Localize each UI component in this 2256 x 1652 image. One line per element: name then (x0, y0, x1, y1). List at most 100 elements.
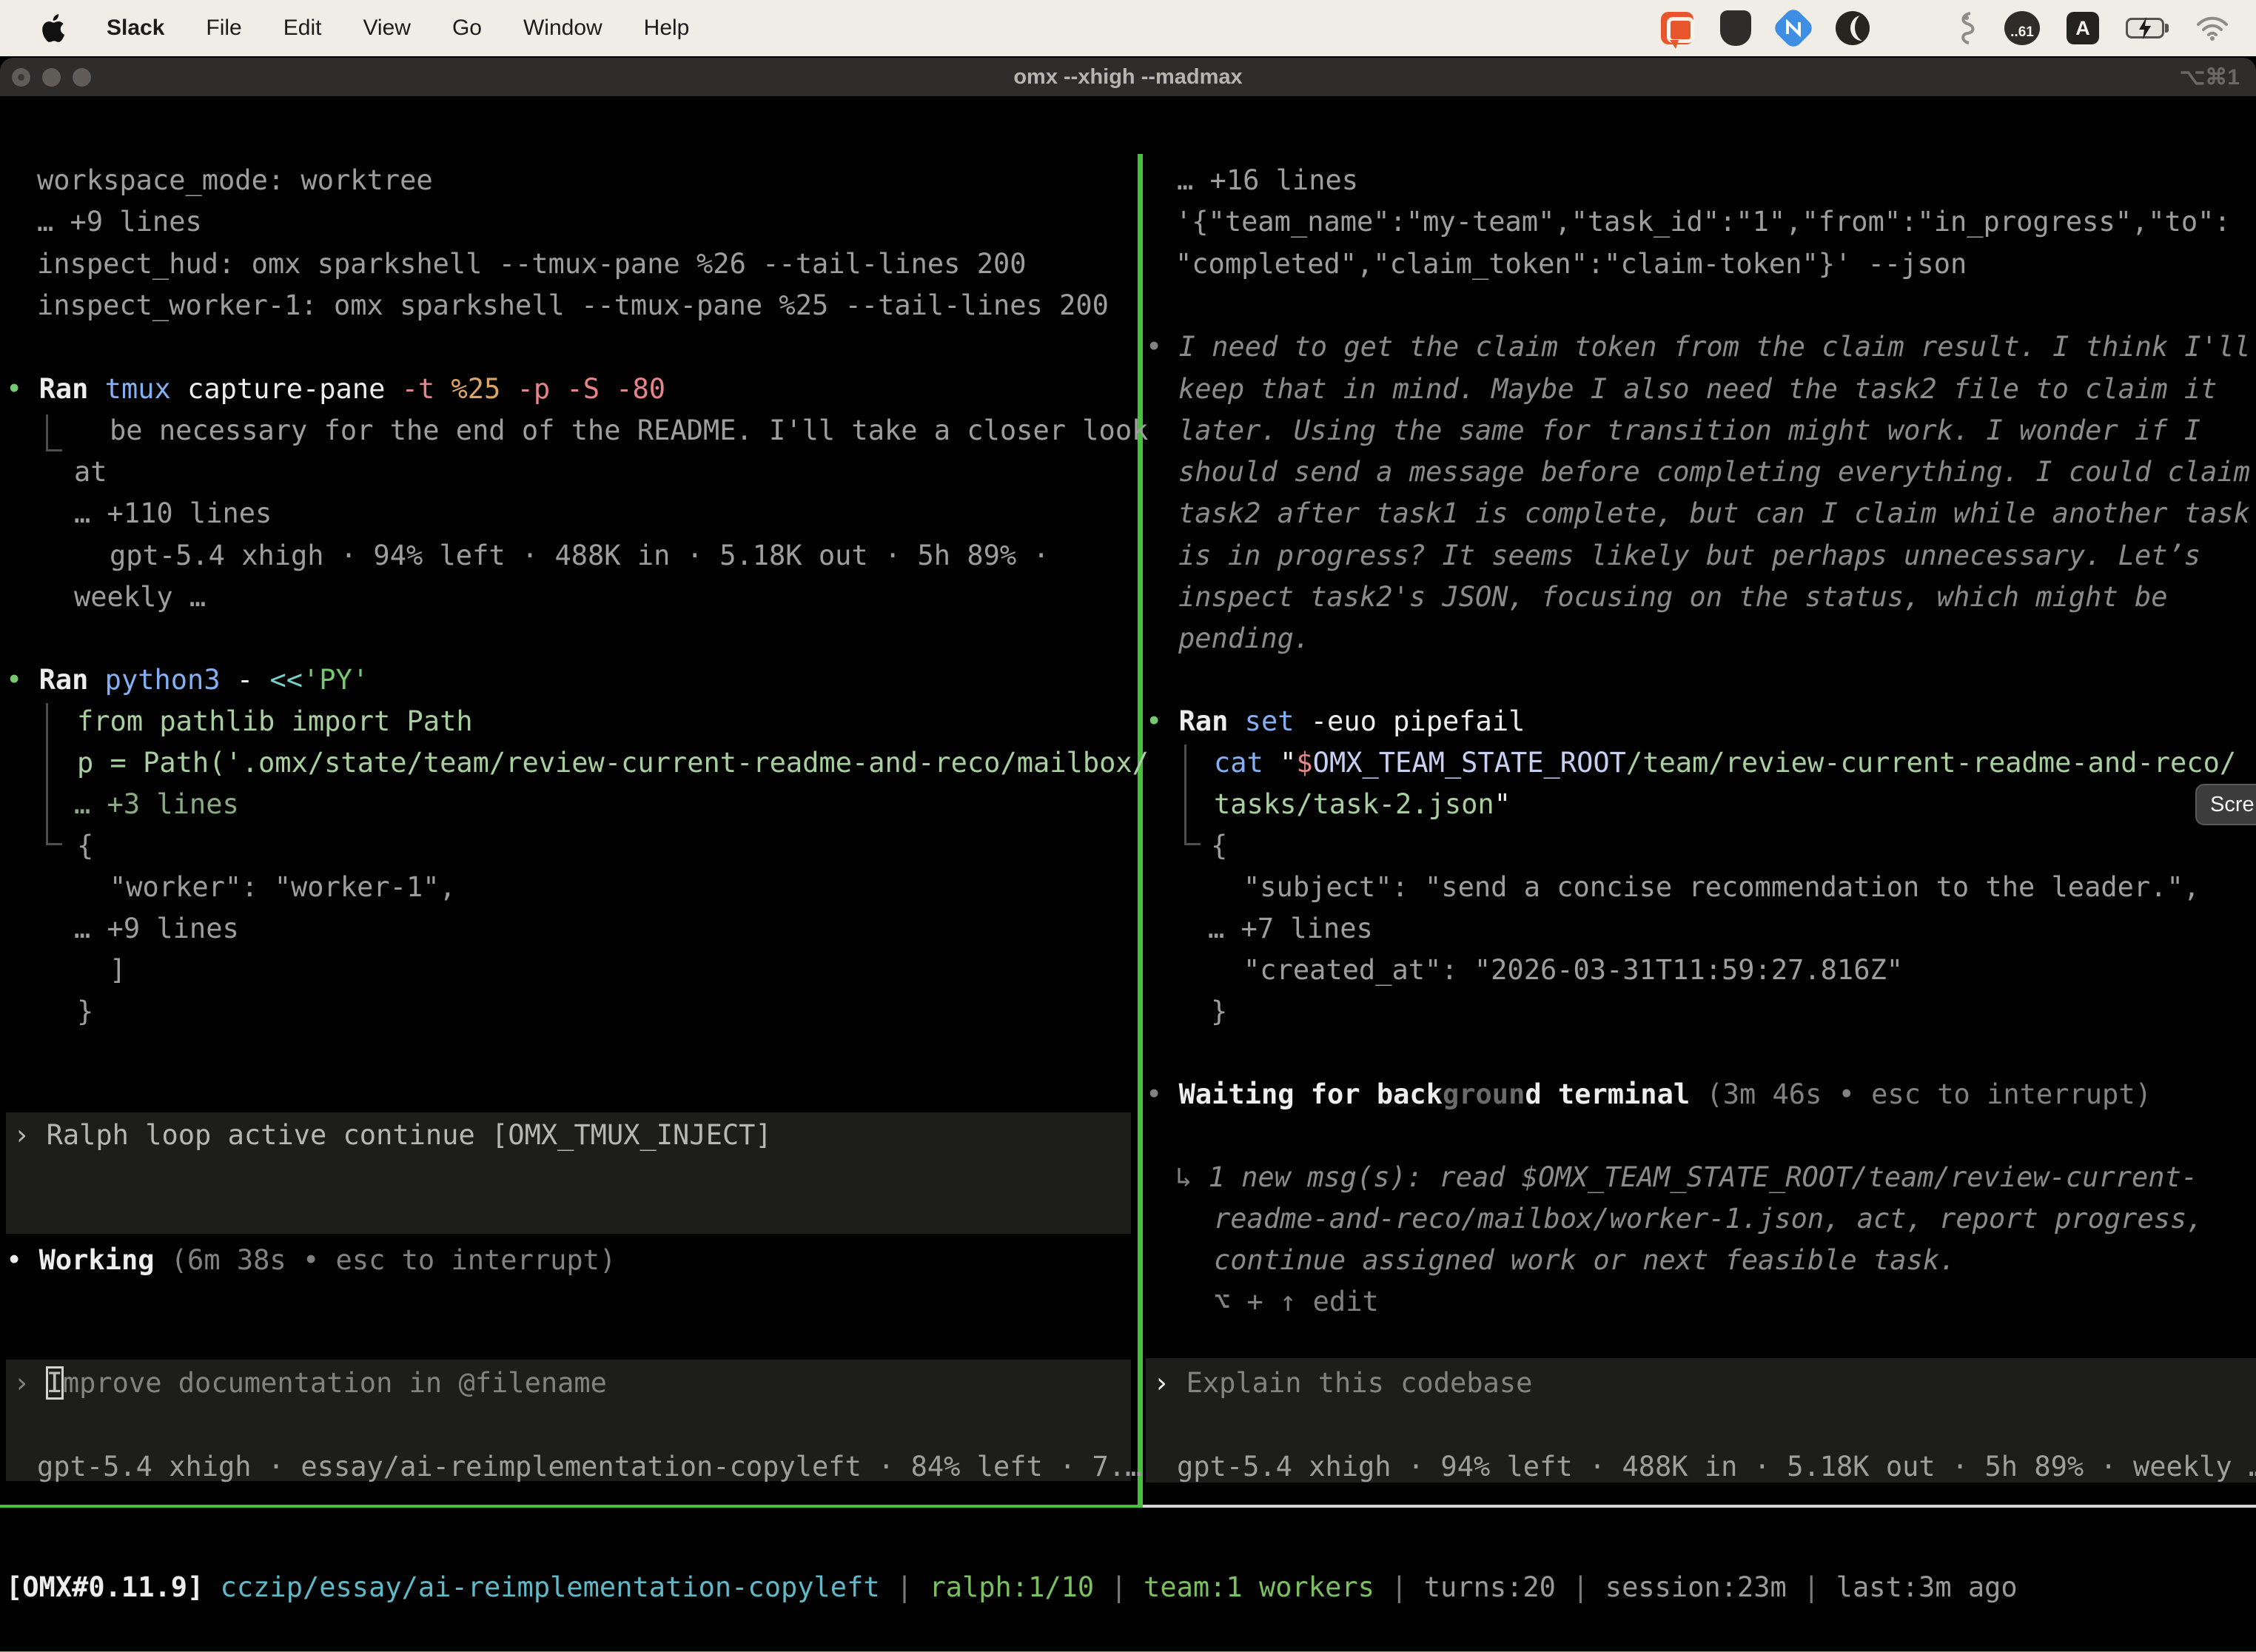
window-title: omx --xhigh --madmax (0, 65, 2256, 90)
separator: | (1787, 1571, 1836, 1603)
output-line: inspect_hud: omx sparkshell --tmux-pane … (37, 243, 1027, 285)
text-segment: › (13, 1367, 47, 1399)
shield-grid-icon[interactable] (1720, 10, 1751, 46)
omx-version: [OMX#0.11.9] (6, 1571, 204, 1603)
text-segment: should send a message before completing … (1178, 456, 2250, 488)
menu-item-go[interactable]: Go (452, 16, 482, 41)
text-segment: … +9 lines (37, 206, 202, 238)
text-segment: inspect_hud: omx sparkshell --tmux-pane … (37, 248, 1027, 280)
omx-turns: turns:20 (1424, 1571, 1556, 1603)
menu-item-view[interactable]: View (363, 16, 410, 41)
text-segment: capture-pane (187, 373, 402, 405)
menu-item-file[interactable]: File (206, 16, 241, 41)
output-line: … +7 lines (1208, 907, 1373, 950)
text-segment: "subject": "send a concise recommendatio… (1243, 871, 2200, 903)
text-segment: } (1211, 995, 1227, 1027)
output-line: "worker": "worker-1", (110, 866, 456, 908)
output-line: … +9 lines (74, 907, 239, 950)
recording-indicator-icon[interactable] (1661, 12, 1693, 44)
output-line: '{"team_name":"my-team","task_id":"1","f… (1175, 201, 2231, 243)
text-segment: ↳ (1175, 1161, 1209, 1193)
text-segment: Working (39, 1244, 171, 1276)
hud-line: weekly … (74, 576, 206, 618)
text-segment: … +9 lines (74, 913, 239, 944)
close-button[interactable] (12, 68, 30, 87)
output-line: … +16 lines (1177, 159, 1358, 201)
output-line: { (1211, 825, 1227, 867)
menu-item-window[interactable]: Window (523, 16, 602, 41)
blue-pinwheel-icon[interactable] (1771, 6, 1815, 50)
menu-bar-left: Slack File Edit View Go Window Help (0, 13, 689, 43)
zoom-button[interactable] (73, 68, 91, 87)
thinking-line: is in progress? It seems likely but perh… (1178, 534, 2200, 577)
menu-item-edit[interactable]: Edit (283, 16, 322, 41)
code-line: p = Path('.omx/state/team/review-current… (77, 742, 1149, 784)
text-segment: OMX_TEAM_STATE_ROOT (1313, 747, 1626, 779)
text-segment: … +110 lines (74, 497, 272, 529)
tree-connector (46, 703, 62, 845)
output-line: at (74, 451, 107, 493)
macos-menu-bar: Slack File Edit View Go Window Help ..61… (0, 0, 2256, 56)
output-line: … +110 lines (74, 492, 272, 534)
code-line: cat "$OMX_TEAM_STATE_ROOT/team/review-cu… (1214, 742, 2236, 784)
minimize-button[interactable] (42, 68, 61, 87)
tree-connector (46, 414, 62, 451)
text-segment: ] (110, 954, 126, 986)
ran-command-line: • Ran set -euo pipefail (1146, 700, 1525, 742)
pane-separator-left (0, 1505, 1143, 1508)
output-line: } (77, 990, 93, 1032)
mailbox-msg-line: continue assigned work or next feasible … (1214, 1239, 1955, 1281)
a-square-icon[interactable]: A (2067, 12, 2099, 44)
text-segment: -p -S -80 (517, 373, 665, 405)
hud-line: gpt-5.4 xhigh · 94% left · 488K in · 5.1… (1177, 1446, 2256, 1488)
output-line: ] (110, 949, 126, 991)
code-line: … +3 lines (74, 783, 239, 825)
battery-percent-badge-icon[interactable]: ..61 (2004, 11, 2040, 45)
text-segment: • (1146, 331, 1179, 363)
prompt-placeholder-left: › Improve documentation in @filename (13, 1362, 607, 1404)
ralph-loop-line: › Ralph loop active continue [OMX_TMUX_I… (13, 1114, 772, 1156)
dots-grid-icon[interactable] (1896, 12, 1929, 44)
text-segment: is in progress? It seems likely but perh… (1178, 540, 2200, 571)
pane-divider[interactable] (1138, 154, 1143, 1507)
wifi-icon[interactable] (2195, 16, 2229, 41)
text-segment: Explain this codebase (1186, 1367, 1533, 1399)
edit-hint-line: ⌥ + ↑ edit (1214, 1280, 1379, 1323)
terminal-content: workspace_mode: worktree … +9 lines inspec… (0, 96, 2256, 1652)
pane-separator-right (1143, 1505, 2256, 1508)
battery-charging-icon[interactable] (2126, 18, 2169, 38)
code-line: from pathlib import Path (77, 700, 473, 742)
text-segment: … +7 lines (1208, 913, 1373, 944)
output-line: "subject": "send a concise recommendatio… (1243, 866, 2200, 908)
output-line: "completed","claim_token":"claim-token"}… (1175, 243, 1967, 285)
text-segment: from pathlib import Path (77, 705, 473, 737)
omx-last: last:3m ago (1836, 1571, 2018, 1603)
text-segment: workspace_mode: worktree (37, 164, 433, 196)
text-segment: • (6, 373, 39, 405)
omx-project: cczip/essay/ai-reimplementation-copyleft (204, 1571, 879, 1603)
text-segment: keep that in mind. Maybe I also need the… (1178, 373, 2217, 405)
text-segment: … +3 lines (74, 788, 239, 820)
squiggle-icon[interactable] (1955, 10, 1978, 46)
separator: | (1374, 1571, 1424, 1603)
text-segment: } (77, 995, 93, 1027)
terminal-window: omx --xhigh --madmax ⌥⌘1 workspace_mode:… (0, 58, 2256, 1652)
menu-item-app[interactable]: Slack (107, 16, 164, 41)
window-shortcut-badge: ⌥⌘1 (2180, 58, 2240, 96)
text-segment: task2 after task1 is complete, but can I… (1178, 497, 2250, 529)
moon-circle-icon[interactable] (1836, 11, 1870, 45)
thinking-line: keep that in mind. Maybe I also need the… (1178, 368, 2217, 410)
code-line: tasks/task-2.json" (1214, 783, 1511, 825)
apple-menu-icon[interactable] (40, 13, 65, 43)
ran-command-line: • Ran python3 - <<'PY' (6, 659, 369, 701)
traffic-lights (12, 58, 91, 96)
text-segment: -euo pipefail (1311, 705, 1525, 737)
menu-item-help[interactable]: Help (644, 16, 690, 41)
text-segment: << (269, 664, 303, 696)
tree-connector (1184, 745, 1201, 845)
text-segment: (3m 46s • esc to interrupt) (1706, 1078, 2151, 1110)
text-segment: p = Path('.omx/state/team/review-current… (77, 747, 1149, 779)
omx-team: team:1 workers (1144, 1571, 1374, 1603)
text-segment: … +16 lines (1177, 164, 1358, 196)
text-segment: • (6, 664, 39, 696)
